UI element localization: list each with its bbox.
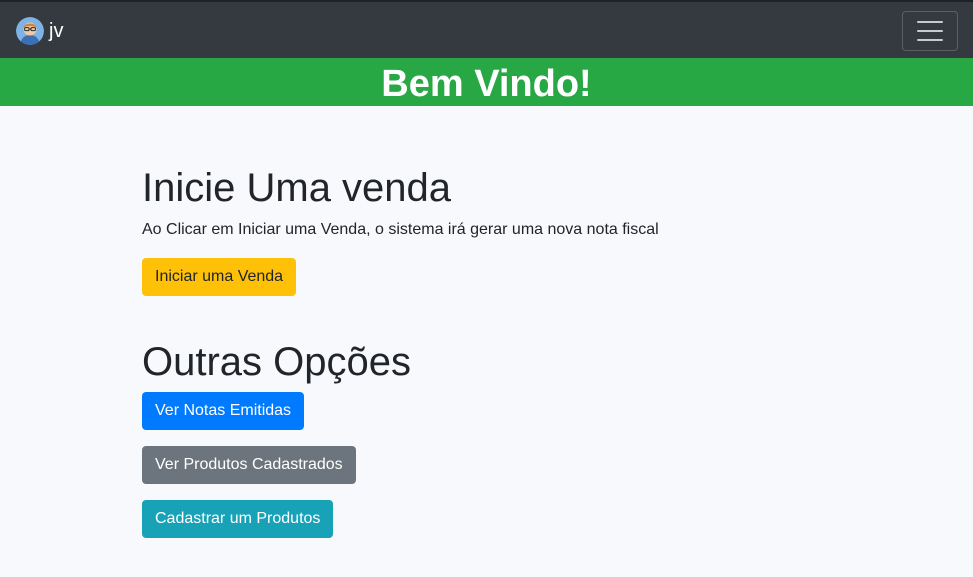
other-options-heading: Outras Opções [142, 340, 412, 384]
hamburger-menu-icon-bottom [917, 39, 943, 41]
user-avatar-icon [16, 17, 44, 45]
sale-description: Ao Clicar em Iniciar uma Venda, o sistem… [142, 221, 659, 238]
navbar-toggler-button[interactable] [902, 11, 958, 51]
view-products-button[interactable]: Ver Produtos Cadastrados [142, 446, 356, 484]
hamburger-menu-icon-middle [917, 30, 943, 32]
hamburger-menu-icon [917, 21, 943, 23]
top-navbar: jv [0, 0, 973, 58]
navbar-brand[interactable]: jv [16, 16, 63, 46]
sale-heading: Inicie Uma venda [142, 166, 452, 210]
welcome-banner: Bem Vindo! [0, 58, 973, 106]
view-invoices-button[interactable]: Ver Notas Emitidas [142, 392, 305, 430]
brand-text: jv [49, 20, 64, 42]
main-content: Inicie Uma venda Ao Clicar em Iniciar um… [142, 164, 842, 538]
start-sale-button[interactable]: Iniciar uma Venda [142, 258, 297, 296]
register-product-button[interactable]: Cadastrar um Produtos [142, 500, 334, 538]
welcome-title: Bem Vindo! [381, 63, 592, 105]
